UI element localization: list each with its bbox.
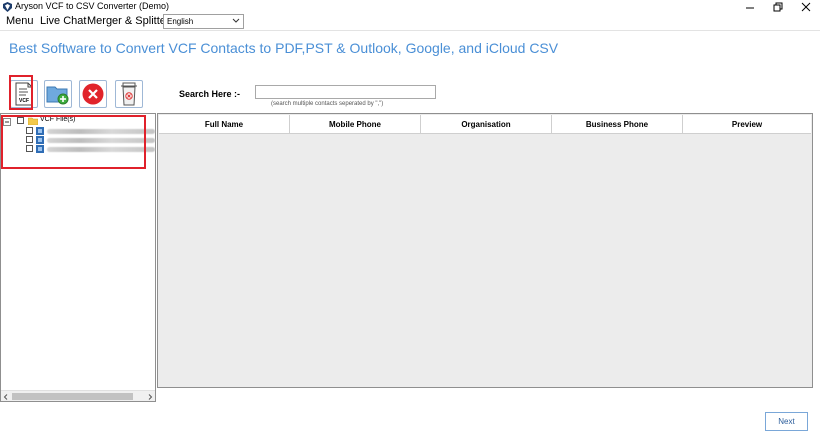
column-header-mobile-phone[interactable]: Mobile Phone (290, 115, 421, 134)
language-select-value: English (167, 17, 194, 26)
column-header-business-phone[interactable]: Business Phone (552, 115, 683, 134)
remove-file-button[interactable] (79, 80, 107, 108)
scroll-right-button[interactable] (145, 392, 155, 401)
column-header-preview[interactable]: Preview (683, 115, 811, 134)
close-window-button[interactable] (792, 0, 820, 14)
add-folder-button[interactable] (44, 80, 72, 108)
delete-bin-icon (121, 82, 137, 106)
search-input[interactable] (255, 85, 436, 99)
next-button[interactable]: Next (765, 412, 808, 431)
chevron-right-icon (148, 393, 153, 400)
scroll-left-button[interactable] (1, 392, 11, 401)
language-select[interactable]: English (163, 14, 244, 29)
scrollbar-thumb[interactable] (12, 393, 133, 400)
title-bar: Aryson VCF to CSV Converter (Demo) (0, 0, 820, 14)
close-icon (801, 2, 811, 12)
minimize-button[interactable] (736, 0, 764, 14)
grid-header: Full Name Mobile Phone Organisation Busi… (159, 115, 811, 134)
restore-icon (773, 2, 783, 12)
column-header-full-name[interactable]: Full Name (159, 115, 290, 134)
remove-icon (82, 83, 104, 105)
highlight-box-tree (1, 115, 146, 169)
menu-item-merger-splitter[interactable]: Merger & Splitter (87, 15, 170, 27)
chevron-down-icon (232, 18, 240, 23)
menu-divider (0, 30, 820, 31)
window-title: Aryson VCF to CSV Converter (Demo) (15, 1, 170, 11)
add-folder-icon (46, 86, 69, 105)
chevron-left-icon (3, 393, 8, 400)
search-hint: (search multiple contacts seperated by "… (271, 101, 384, 107)
menu-bar: Menu Live Chat Merger & Splitter English (0, 13, 820, 30)
restore-button[interactable] (764, 0, 792, 14)
delete-all-button[interactable] (115, 80, 143, 108)
column-header-organisation[interactable]: Organisation (421, 115, 552, 134)
tree-horizontal-scrollbar[interactable] (1, 390, 155, 401)
highlight-box-vcf-button (9, 75, 33, 110)
contacts-grid[interactable]: Full Name Mobile Phone Organisation Busi… (157, 113, 813, 388)
menu-item-live-chat[interactable]: Live Chat (40, 15, 86, 27)
page-headline: Best Software to Convert VCF Contacts to… (9, 40, 559, 56)
minimize-icon (746, 7, 754, 9)
app-logo-icon (3, 2, 12, 12)
search-label: Search Here :- (179, 89, 241, 99)
menu-item-menu[interactable]: Menu (6, 15, 34, 27)
